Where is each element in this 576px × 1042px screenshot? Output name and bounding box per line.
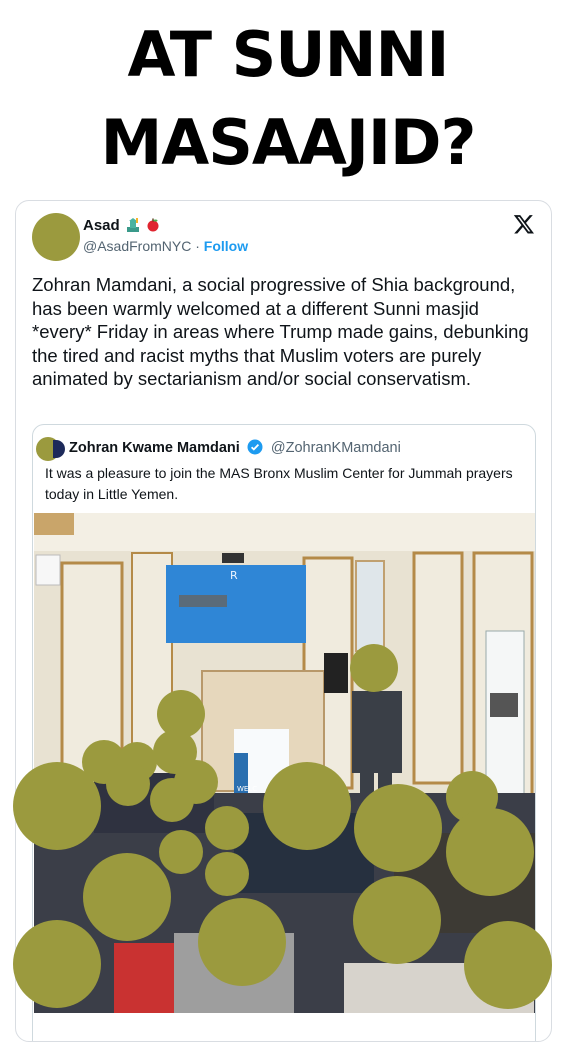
redaction-dot	[106, 762, 150, 806]
redaction-dot	[198, 898, 286, 986]
redaction-dot	[446, 808, 534, 896]
redaction-dot	[83, 853, 171, 941]
redaction-overlay	[13, 644, 552, 1009]
redaction-dot	[354, 784, 442, 872]
redaction-dot	[13, 762, 101, 850]
redaction-dot	[464, 921, 552, 1009]
redaction-dot	[353, 876, 441, 964]
redaction-dot	[263, 762, 351, 850]
redaction-dot	[350, 644, 398, 692]
redaction-dot	[159, 830, 203, 874]
redaction-dot	[205, 806, 249, 850]
redaction-dot	[150, 778, 194, 822]
redaction-dot	[13, 920, 101, 1008]
redaction-dot	[157, 690, 205, 738]
redaction-dot	[205, 852, 249, 896]
